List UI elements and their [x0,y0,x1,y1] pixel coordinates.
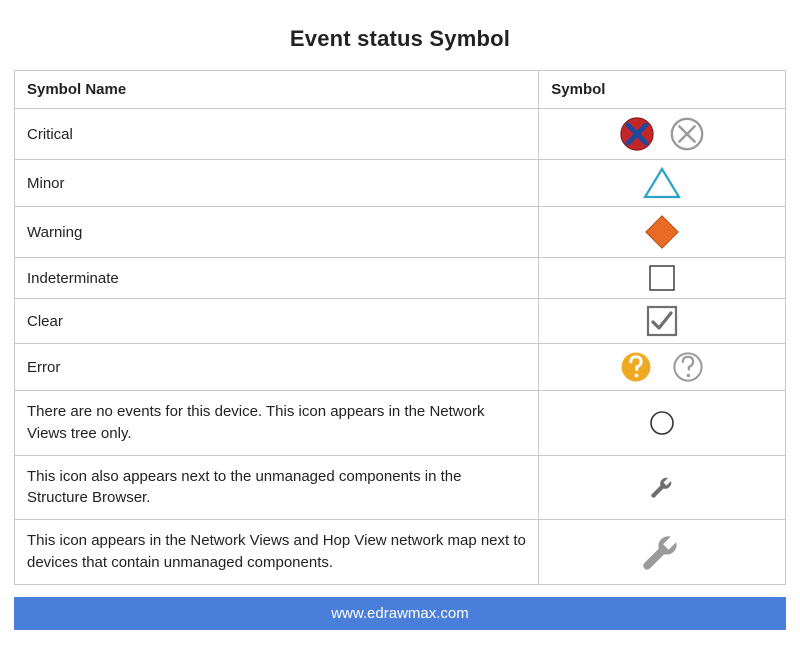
table-header-row: Symbol Name Symbol [15,71,786,109]
minor-icon [642,166,682,200]
table-row: Clear [15,299,786,344]
critical-icon [618,115,656,153]
warning-icon [643,213,681,251]
wrench-large-icon [640,530,684,574]
symbol-cell-clear [539,299,786,344]
row-label: Minor [15,160,539,207]
table-row: Minor [15,160,786,207]
symbol-cell-minor [539,160,786,207]
symbol-cell-critical [539,109,786,160]
col-header-symbol: Symbol [539,71,786,109]
row-label: Error [15,344,539,391]
error-outline-icon [671,350,705,384]
page-title: Event status Symbol [14,26,786,52]
table-row: This icon appears in the Network Views a… [15,520,786,585]
table-row: There are no events for this device. Thi… [15,391,786,456]
wrench-small-icon [647,472,677,502]
row-label: This icon appears in the Network Views a… [15,520,539,585]
error-icon [619,350,653,384]
table-row: This icon also appears next to the unman… [15,455,786,520]
table-row: Warning [15,207,786,258]
row-label: Critical [15,109,539,160]
row-label: Indeterminate [15,258,539,299]
circle-outline-icon [649,410,675,436]
table-row: Error [15,344,786,391]
row-label: Warning [15,207,539,258]
symbol-cell-unmanaged-small [539,455,786,520]
footer-link[interactable]: www.edrawmax.com [14,597,786,630]
row-label: Clear [15,299,539,344]
clear-icon [646,305,678,337]
indeterminate-icon [648,264,676,292]
col-header-name: Symbol Name [15,71,539,109]
table-row: Critical [15,109,786,160]
symbol-cell-warning [539,207,786,258]
symbol-table: Symbol Name Symbol Critical Minor [14,70,786,585]
table-row: Indeterminate [15,258,786,299]
symbol-cell-error [539,344,786,391]
symbol-cell-noevents [539,391,786,456]
critical-outline-icon [668,115,706,153]
row-label: This icon also appears next to the unman… [15,455,539,520]
symbol-cell-unmanaged-large [539,520,786,585]
symbol-cell-indeterminate [539,258,786,299]
row-label: There are no events for this device. Thi… [15,391,539,456]
